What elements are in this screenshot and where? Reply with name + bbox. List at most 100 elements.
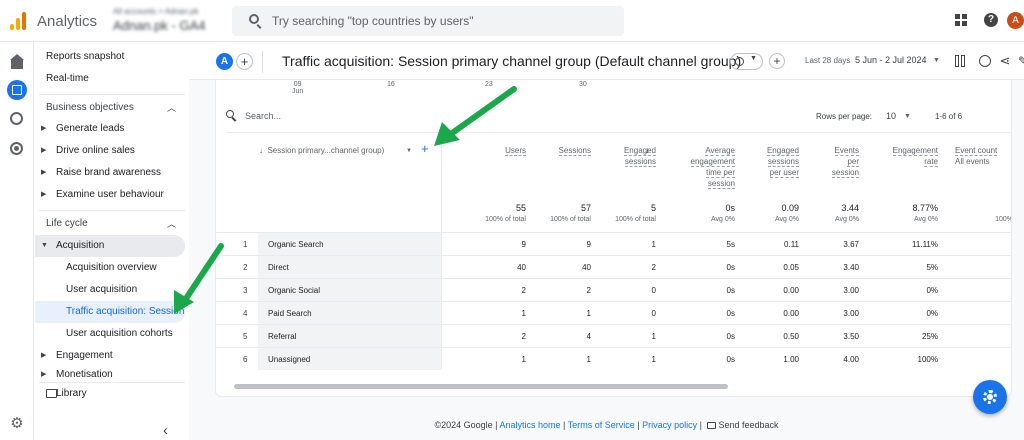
total-value: 3.44 <box>841 203 859 213</box>
table-search-input[interactable]: Search... <box>245 111 281 121</box>
chevron-down-icon[interactable]: ▼ <box>933 57 940 64</box>
metric-cell: 3.40 <box>843 263 859 272</box>
rows-per-page-select[interactable]: 10 <box>886 111 896 121</box>
metric-header-label: rate <box>924 157 938 167</box>
total-subtext: Avg 0% <box>711 216 735 223</box>
sidebar-item-library[interactable]: Library <box>35 383 185 405</box>
metric-cell: 0s <box>726 309 735 318</box>
metric-header-label: Average <box>705 146 735 156</box>
metric-cell: 0.11 <box>784 240 799 249</box>
sidebar-item-user-acquisition[interactable]: User acquisition <box>35 279 185 301</box>
metric-cell: 40 <box>582 263 591 272</box>
row-index: 5 <box>243 332 248 341</box>
channel-name[interactable]: Organic Social <box>268 286 320 295</box>
business-objectives-header[interactable]: Business objectives ︿ <box>35 98 185 118</box>
report-header: A + Traffic acquisition: Session primary… <box>189 42 1024 80</box>
table-row[interactable]: 5 Referral 2 4 1 0s 0.50 3.50 25% <box>216 324 1011 347</box>
metric-column-header[interactable]: Engagement rate <box>863 145 938 167</box>
assistant-fab-button[interactable] <box>973 380 1007 414</box>
sidebar-item-real-time[interactable]: Real-time <box>35 68 185 90</box>
share-icon[interactable]: ⋖ <box>998 54 1012 68</box>
search-bar[interactable]: Try searching "top countries by users" <box>232 6 624 36</box>
metric-column-header[interactable]: Event count All events <box>955 145 1011 167</box>
metric-cell: 9 <box>521 240 526 249</box>
sidebar-item-reports-snapshot[interactable]: Reports snapshot <box>35 46 185 68</box>
metric-column-header[interactable]: Events per session <box>799 145 859 178</box>
sidebar-item-raise-brand-awareness[interactable]: ▶ Raise brand awareness <box>35 162 185 184</box>
total-value: 57 <box>580 203 591 213</box>
row-index: 2 <box>243 263 248 272</box>
horizontal-scrollbar[interactable] <box>234 384 728 389</box>
main-content: A + Traffic acquisition: Session primary… <box>189 42 1024 440</box>
copyright-text: ©2024 Google | <box>434 420 498 430</box>
compare-icon[interactable] <box>954 54 968 68</box>
metric-cell: 0 <box>651 309 656 318</box>
settings-gear-icon[interactable]: ⚙ <box>9 416 25 432</box>
table-row[interactable]: 2 Direct 40 40 2 0s 0.05 3.40 5% <box>216 255 1011 278</box>
chevron-down-icon[interactable]: ▼ <box>904 113 911 120</box>
home-icon[interactable] <box>9 54 25 70</box>
help-icon[interactable]: ? <box>984 13 998 27</box>
table-row[interactable]: 3 Organic Social 2 2 0 0s 0.00 3.00 0% <box>216 278 1011 301</box>
metric-column-header[interactable]: Average engagement time per session <box>665 145 735 189</box>
metric-header-label: Users <box>505 146 526 156</box>
add-dimension-button[interactable]: + <box>421 141 429 156</box>
sidebar-item-examine-user-behaviour[interactable]: ▶ Examine user behaviour <box>35 184 185 206</box>
sidebar-item-acquisition-overview[interactable]: Acquisition overview <box>35 257 185 279</box>
comparison-badge[interactable]: A <box>216 53 233 70</box>
metric-cell: 0s <box>726 332 735 341</box>
sidebar-item-engagement[interactable]: ▶ Engagement <box>35 345 185 367</box>
x-axis-tick: 23 <box>485 81 493 88</box>
metric-cell: 5% <box>926 263 938 272</box>
metric-column-header[interactable]: Users <box>466 145 526 156</box>
dimension-header-label: Session primary...channel group) <box>267 146 385 155</box>
sidebar-item-traffic-acquisition[interactable]: Traffic acquisition: Session... <box>35 301 185 323</box>
sidebar-item-monetisation[interactable]: ▶ Monetisation <box>35 367 185 381</box>
table-row[interactable]: 1 Organic Search 9 9 1 5s 0.11 3.67 11.11% <box>216 232 1011 255</box>
analytics-home-link[interactable]: Analytics home <box>500 420 561 430</box>
channel-name[interactable]: Paid Search <box>268 309 312 318</box>
metric-column-header[interactable]: Engaged sessions per user <box>739 145 799 178</box>
apps-grid-icon[interactable] <box>955 14 967 26</box>
reports-icon[interactable] <box>7 80 27 100</box>
insights-icon[interactable] <box>978 54 992 68</box>
metric-cell: 0s <box>726 355 735 364</box>
advertising-icon[interactable] <box>9 141 25 157</box>
add-comparison-button[interactable]: + <box>236 53 253 70</box>
analytics-logo-icon[interactable] <box>10 12 26 30</box>
dimension-column-header[interactable]: ↓ Session primary...channel group) <box>259 146 384 155</box>
metric-cell: 3.00 <box>843 286 859 295</box>
metric-cell: 1 <box>586 355 591 364</box>
sort-descending-icon[interactable]: ↓ <box>645 145 650 155</box>
channel-name[interactable]: Unassigned <box>268 355 310 364</box>
explore-icon[interactable] <box>9 111 25 127</box>
metric-cell: 11.11% <box>912 240 938 249</box>
life-cycle-header[interactable]: Life cycle ︿ <box>35 214 185 234</box>
account-selector[interactable]: All accounts > Adnan.pk Adnan.pk - GA4 <box>113 7 223 33</box>
avatar[interactable]: A <box>1007 12 1024 29</box>
total-value: 8.77% <box>912 203 938 213</box>
add-filter-button[interactable]: + <box>769 53 785 69</box>
channel-name[interactable]: Referral <box>268 332 296 341</box>
sidebar-item-user-acquisition-cohorts[interactable]: User acquisition cohorts <box>35 323 185 345</box>
total-subtext: 100% <box>995 216 1012 223</box>
channel-name[interactable]: Direct <box>268 263 289 272</box>
terms-link[interactable]: Terms of Service <box>568 420 635 430</box>
privacy-link[interactable]: Privacy policy <box>642 420 697 430</box>
metric-column-header[interactable]: Sessions <box>531 145 591 156</box>
edit-report-icon[interactable]: ✎ <box>1016 54 1024 68</box>
table-row[interactable]: 6 Unassigned 1 1 1 0s 1.00 4.00 100% <box>216 347 1011 370</box>
metric-cell: 1.00 <box>783 355 799 364</box>
channel-name[interactable]: Organic Search <box>268 240 324 249</box>
sidebar-item-generate-leads[interactable]: ▶ Generate leads <box>35 118 185 140</box>
property-name: Adnan.pk - GA4 <box>113 18 206 33</box>
send-feedback-link[interactable]: Send feedback <box>718 420 778 430</box>
metric-cell: 0% <box>926 309 938 318</box>
chevron-down-icon[interactable]: ▼ <box>406 148 412 154</box>
collapse-sidebar-icon[interactable]: ‹ <box>163 422 168 439</box>
sidebar-item-acquisition[interactable]: ▼ Acquisition <box>35 235 185 257</box>
table-row[interactable]: 4 Paid Search 1 1 0 0s 0.00 3.00 0% <box>216 301 1011 324</box>
sidebar-item-drive-online-sales[interactable]: ▶ Drive online sales <box>35 140 185 162</box>
report-status-dropdown[interactable]: ▼ <box>730 53 763 70</box>
date-range-picker[interactable]: 5 Jun - 2 Jul 2024 <box>855 55 927 65</box>
